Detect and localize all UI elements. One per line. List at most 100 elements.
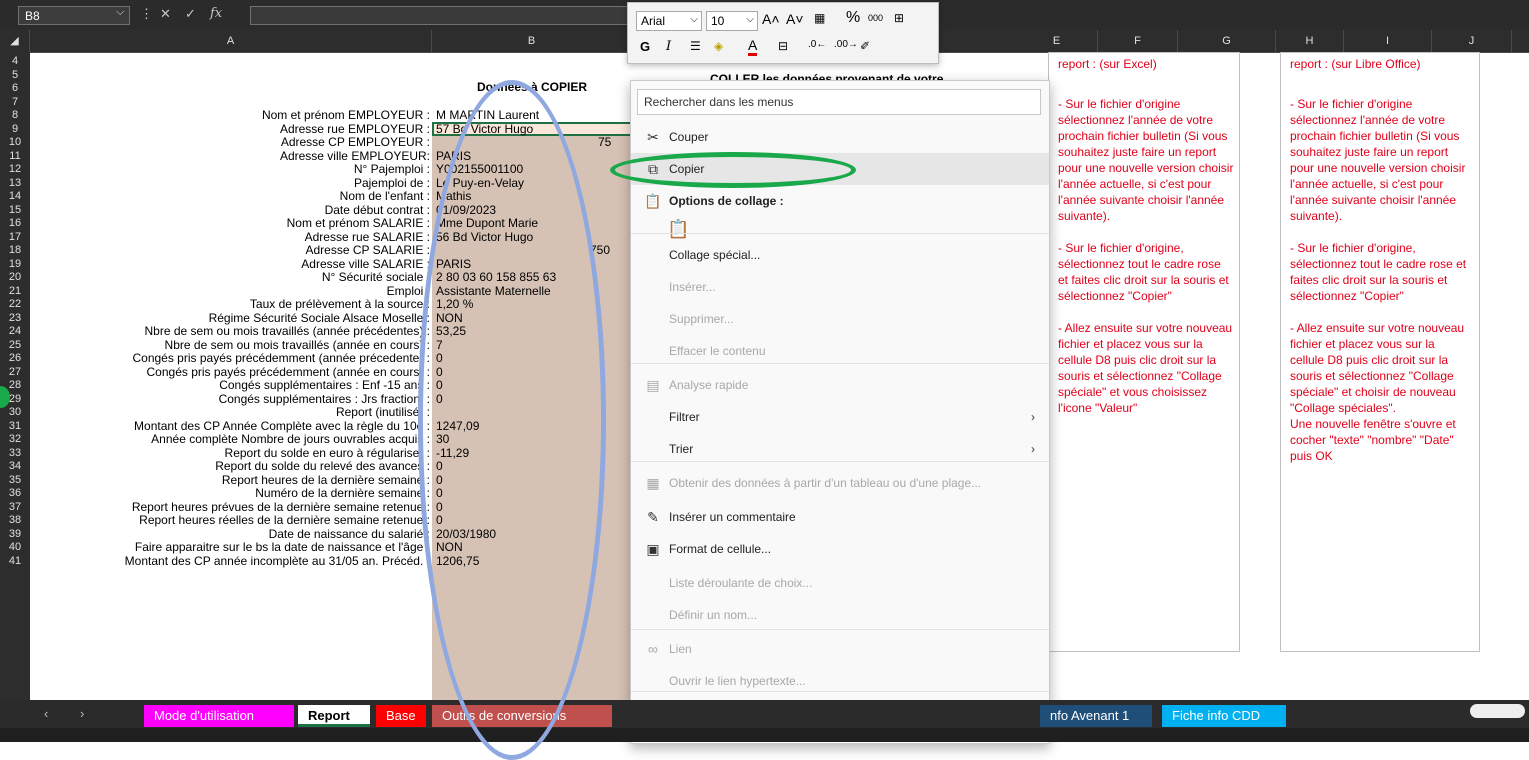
row-header[interactable]: 39 — [0, 528, 30, 542]
row-header[interactable]: 9 — [0, 123, 30, 137]
row-header[interactable]: 40 — [0, 541, 30, 555]
increase-font-icon[interactable]: A˄ — [762, 11, 780, 27]
row-header[interactable]: 32 — [0, 433, 30, 447]
horizontal-scrollbar[interactable] — [1470, 704, 1525, 718]
row-header[interactable]: 36 — [0, 487, 30, 501]
font-color-icon[interactable]: A — [748, 37, 758, 56]
row-header[interactable]: 22 — [0, 298, 30, 312]
menu-item[interactable]: 📋 Options de collage : — [631, 185, 1049, 217]
menu-item[interactable]: Collage spécial... — [631, 239, 1049, 271]
align-icon[interactable]: ☰ — [690, 39, 701, 53]
name-box[interactable]: B8 — [18, 6, 130, 25]
row-header[interactable]: 4 — [0, 55, 30, 69]
column-header-h[interactable]: H — [1276, 30, 1344, 52]
row-header[interactable]: 5 — [0, 69, 30, 83]
row-header[interactable]: 19 — [0, 258, 30, 272]
row-header[interactable]: 13 — [0, 177, 30, 191]
row-header[interactable]: 33 — [0, 447, 30, 461]
menu-item[interactable]: ▣ Format de cellule... — [631, 533, 1049, 565]
row-header[interactable]: 24 — [0, 325, 30, 339]
menu-item[interactable]: ▤ Analyse rapide — [631, 369, 1049, 401]
menu-item[interactable]: Supprimer... — [631, 303, 1049, 335]
row-header[interactable]: 26 — [0, 352, 30, 366]
row-header[interactable]: 15 — [0, 204, 30, 218]
row-header[interactable]: 12 — [0, 163, 30, 177]
row-header[interactable]: 37 — [0, 501, 30, 515]
table-icon[interactable]: ⊞ — [894, 11, 904, 25]
menu-search-input[interactable]: Rechercher dans les menus — [637, 89, 1041, 115]
formula-input[interactable] — [250, 6, 630, 25]
row-header[interactable]: 16 — [0, 217, 30, 231]
row-header[interactable]: 31 — [0, 420, 30, 434]
fill-color-icon[interactable]: ◈ — [714, 39, 723, 53]
decrease-font-icon[interactable]: A˅ — [786, 11, 804, 27]
menu-item[interactable]: ▦ Obtenir des données à partir d'un table… — [631, 467, 1049, 499]
menu-item-label: Options de collage : — [669, 194, 784, 208]
row-header[interactable]: 25 — [0, 339, 30, 353]
note-libre-title: report : (sur Libre Office) — [1290, 57, 1421, 71]
paste-values-icon[interactable]: 📋 — [667, 219, 689, 240]
sheet-tab[interactable]: Report — [298, 705, 370, 727]
column-header-j[interactable]: J — [1432, 30, 1512, 52]
thousands-icon[interactable]: 000 — [868, 13, 883, 23]
row-header[interactable]: 30 — [0, 406, 30, 420]
percent-icon[interactable]: % — [846, 9, 860, 27]
column-header-b[interactable]: B — [432, 30, 632, 52]
decimal-decrease-icon[interactable]: .00→ — [834, 39, 858, 50]
menu-item-label: Couper — [669, 130, 709, 144]
chevron-down-icon[interactable]: ⌵ — [116, 6, 124, 19]
row-header[interactable]: 10 — [0, 136, 30, 150]
row-header[interactable]: 14 — [0, 190, 30, 204]
row-header[interactable]: 18 — [0, 244, 30, 258]
menu-item-icon: ✂ — [647, 129, 659, 145]
sheet-tab[interactable]: nfo Avenant 1 — [1040, 705, 1152, 727]
fx-icon[interactable]: fx — [210, 6, 222, 21]
row-header[interactable]: 27 — [0, 366, 30, 380]
select-all[interactable]: ◢ — [0, 30, 30, 52]
borders-icon[interactable]: ⊟ — [778, 39, 788, 53]
font-select[interactable]: Arial ⌵ — [636, 11, 702, 31]
menu-item[interactable]: Insérer... — [631, 271, 1049, 303]
decimal-increase-icon[interactable]: .0← — [808, 39, 826, 50]
row-header[interactable]: 38 — [0, 514, 30, 528]
row-header[interactable]: 6 — [0, 82, 30, 96]
row-header[interactable]: 41 — [0, 555, 30, 569]
field-value[interactable]: 75 — [598, 135, 611, 150]
row-header[interactable]: 11 — [0, 150, 30, 164]
row-header[interactable]: 23 — [0, 312, 30, 326]
sheet-tab[interactable]: Base — [376, 705, 426, 727]
next-sheet-icon[interactable]: › — [80, 706, 84, 721]
enter-icon[interactable]: ✓ — [185, 6, 196, 22]
cancel-icon[interactable]: ✕ — [160, 6, 171, 22]
column-header-i[interactable]: I — [1344, 30, 1432, 52]
prev-sheet-icon[interactable]: ‹ — [44, 706, 48, 721]
column-header-a[interactable]: A — [30, 30, 432, 52]
format-icon[interactable]: ▦ — [814, 11, 825, 25]
row-header[interactable]: 21 — [0, 285, 30, 299]
italic-button[interactable]: I — [666, 39, 671, 54]
menu-item[interactable]: ✂ Couper — [631, 121, 1049, 153]
field-label: Adresse CP SALARIE : — [305, 244, 431, 257]
more-icon: ⋮ — [140, 6, 153, 21]
menu-item[interactable]: Filtrer › — [631, 401, 1049, 433]
menu-item[interactable]: Définir un nom... — [631, 599, 1049, 631]
menu-item[interactable]: Ouvrir le lien hypertexte... — [631, 665, 1049, 697]
format-painter-icon[interactable]: ✐ — [860, 39, 870, 53]
row-header[interactable]: 35 — [0, 474, 30, 488]
row-header[interactable]: 34 — [0, 460, 30, 474]
row-header[interactable]: 8 — [0, 109, 30, 123]
row-header[interactable]: 17 — [0, 231, 30, 245]
chevron-right-icon: › — [1031, 410, 1035, 424]
row-header[interactable]: 20 — [0, 271, 30, 285]
column-header-g[interactable]: G — [1178, 30, 1276, 52]
menu-item[interactable]: ✎ Insérer un commentaire — [631, 501, 1049, 533]
bold-button[interactable]: G — [640, 39, 650, 54]
sheet-tab[interactable]: Fiche info CDD C.D — [1162, 705, 1286, 745]
row-header[interactable]: 7 — [0, 96, 30, 110]
column-header-e[interactable]: E — [1016, 30, 1098, 52]
menu-item[interactable]: ∞ Lien — [631, 633, 1049, 665]
sheet-tab[interactable]: Mode d'utilisation — [144, 705, 294, 727]
menu-item[interactable]: Liste déroulante de choix... — [631, 567, 1049, 599]
column-header-f[interactable]: F — [1098, 30, 1178, 52]
size-select[interactable]: 10 ⌵ — [706, 11, 758, 31]
